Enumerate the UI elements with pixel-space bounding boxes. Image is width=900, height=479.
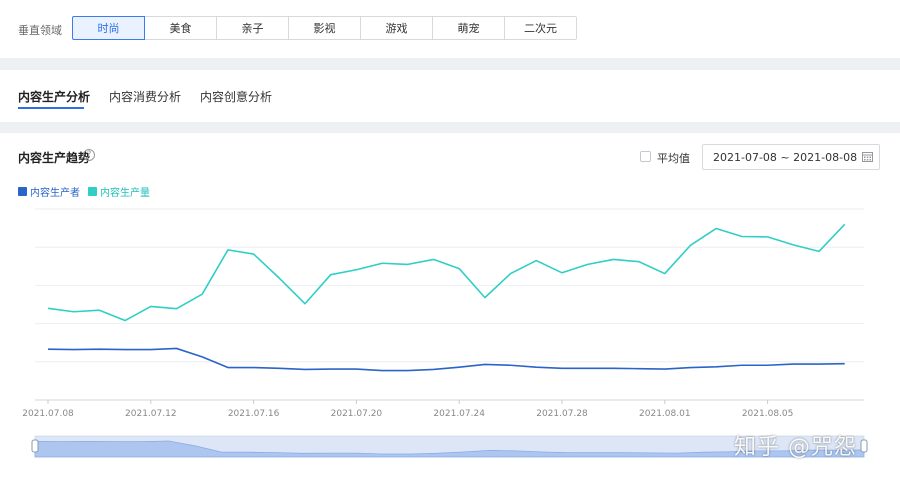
tab-production-analysis[interactable]: 内容生产分析 xyxy=(18,88,90,105)
tab-consumption-analysis[interactable]: 内容消费分析 xyxy=(109,88,181,105)
range-slider-handle-start xyxy=(31,439,39,453)
filter-option-acg[interactable]: 二次元 xyxy=(504,16,577,40)
range-slider-handle-end xyxy=(860,439,868,453)
series-line-output xyxy=(47,223,846,322)
filter-option-games[interactable]: 游戏 xyxy=(360,16,433,40)
tab-creative-analysis[interactable]: 内容创意分析 xyxy=(200,88,272,105)
filter-option-fashion[interactable]: 时尚 xyxy=(72,16,145,40)
filter-label: 垂直领域 xyxy=(18,24,62,37)
watermark: 知乎 @咒怨 xyxy=(734,435,857,460)
analysis-tabs-panel: 内容生产分析 内容消费分析 内容创意分析 xyxy=(0,70,900,122)
x-tick-label: 2021.07.28 xyxy=(536,409,588,419)
vertical-filter-group: 时尚 美食 亲子 影视 游戏 萌宠 二次元 xyxy=(72,16,577,40)
x-tick-label: 2021.07.24 xyxy=(433,409,485,419)
filter-panel: 垂直领域 时尚 美食 亲子 影视 游戏 萌宠 二次元 xyxy=(0,0,900,58)
filter-option-film[interactable]: 影视 xyxy=(288,16,361,40)
filter-option-parenting[interactable]: 亲子 xyxy=(216,16,289,40)
filter-option-pets[interactable]: 萌宠 xyxy=(432,16,505,40)
active-tab-indicator xyxy=(18,107,84,109)
x-tick-label: 2021.08.01 xyxy=(639,409,691,419)
x-tick-label: 2021.07.12 xyxy=(125,409,177,419)
x-tick-label: 2021.08.05 xyxy=(742,409,794,419)
x-tick-label: 2021.07.20 xyxy=(331,409,383,419)
trend-line-chart: 2021.07.08 2021.07.12 2021.07.16 2021.07.20… xyxy=(22,208,868,458)
series-line-producers xyxy=(47,347,845,372)
x-tick-label: 2021.07.16 xyxy=(228,409,280,419)
x-tick-label: 2021.07.08 xyxy=(22,409,74,419)
trend-chart-panel: 内容生产趋势 ? 平均值 2021-07-08 ~ 2021-08-08 内容生… xyxy=(0,133,900,479)
filter-option-food[interactable]: 美食 xyxy=(144,16,217,40)
